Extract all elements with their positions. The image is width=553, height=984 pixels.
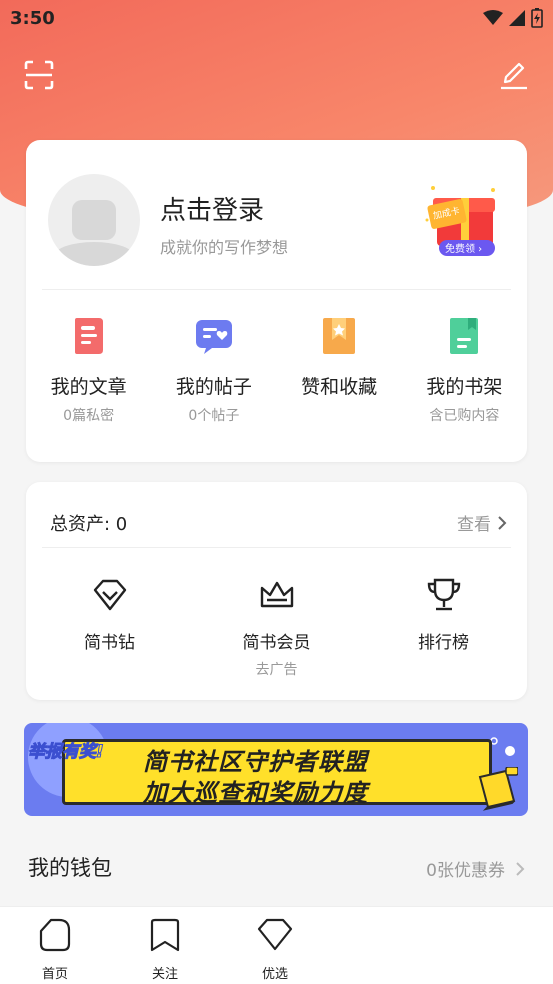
quick-item-likes[interactable]: 赞和收藏: [277, 316, 402, 425]
banner-line-2: 加大巡查和奖励力度: [143, 779, 368, 807]
asset-item-diamond[interactable]: 简书钻: [26, 576, 193, 679]
chevron-right-icon: [516, 861, 525, 876]
login-title[interactable]: 点击登录: [160, 190, 264, 227]
quick-label: 我的帖子: [175, 376, 252, 398]
quick-item-bookshelf[interactable]: 我的书架 含已购内容: [402, 316, 527, 425]
quick-sub: 含已购内容: [429, 408, 500, 424]
profile-card: 点击登录 成就你的写作梦想 加成卡 免费领 › 我的文章 0篇私密 我的帖子 0…: [26, 140, 527, 462]
banner-line-1: 简书社区守护者联盟: [143, 748, 368, 776]
asset-item-ranking[interactable]: 排行榜: [360, 576, 527, 679]
avatar-placeholder-icon: [54, 200, 134, 266]
wifi-icon: [483, 10, 503, 25]
asset-label: 简书会员: [242, 633, 311, 653]
wallet-title: 我的钱包: [28, 856, 112, 880]
banner-board: 简书社区守护者联盟 加大巡查和奖励力度: [62, 739, 492, 807]
asset-sub: 去广告: [255, 662, 298, 678]
quick-label: 我的文章: [50, 376, 127, 398]
tab-label: 关注: [151, 967, 178, 982]
assets-card: 总资产: 0 查看 简书钻 简书会员 去广告 排行榜: [26, 482, 527, 700]
status-time: 3:50: [10, 8, 55, 29]
signal-icon: [509, 10, 525, 26]
divider: [42, 547, 511, 548]
chevron-right-icon: [498, 515, 507, 530]
book-icon: [478, 767, 518, 811]
coupon-count: 0张优惠券: [426, 856, 525, 881]
view-assets-label: 查看: [457, 515, 491, 535]
bookshelf-icon: [450, 318, 479, 354]
star-bookmark-icon: [323, 318, 356, 354]
quick-item-posts[interactable]: 我的帖子 0个帖子: [151, 316, 276, 425]
wallet-row[interactable]: 我的钱包 0张优惠券: [0, 832, 553, 902]
crown-icon: [260, 581, 293, 608]
total-assets-label: 总资产: 0: [50, 514, 128, 535]
asset-item-membership[interactable]: 简书会员 去广告: [193, 576, 360, 679]
status-bar: 3:50: [0, 0, 553, 36]
quick-label: 赞和收藏: [301, 376, 378, 398]
quick-sub: 0篇私密: [63, 408, 115, 424]
article-icon: [74, 318, 103, 354]
asset-items: 简书钻 简书会员 去广告 排行榜: [26, 576, 527, 679]
tab-featured[interactable]: 优选: [220, 907, 330, 984]
asset-label: 排行榜: [418, 633, 469, 653]
diamond-tab-icon: [257, 918, 293, 951]
tab-label: 首页: [41, 967, 68, 982]
diamond-icon: [93, 579, 126, 611]
quick-actions: 我的文章 0篇私密 我的帖子 0个帖子 赞和收藏 我的书架 含已购内容: [26, 316, 527, 425]
tab-follow[interactable]: 关注: [110, 907, 220, 984]
follow-bookmark-icon: [150, 918, 180, 952]
quick-sub: 0个帖子: [188, 408, 240, 424]
bottom-tab-bar: 首页 关注 优选: [0, 906, 553, 984]
login-subtitle: 成就你的写作梦想: [160, 238, 289, 257]
quick-label: 我的书架: [426, 376, 503, 398]
asset-label: 简书钻: [84, 633, 135, 653]
avatar[interactable]: [48, 174, 140, 266]
post-icon: [195, 320, 232, 354]
tab-home[interactable]: 首页: [0, 907, 110, 984]
gift-card-icon[interactable]: 加成卡 免费领 ›: [423, 180, 503, 260]
status-icons: [483, 8, 543, 28]
battery-icon: [531, 8, 543, 28]
trophy-icon: [427, 578, 460, 611]
scan-icon[interactable]: [24, 60, 54, 90]
gift-free-button[interactable]: 免费领 ›: [445, 242, 482, 255]
community-banner[interactable]: 简书社区守护者联盟 加大巡查和奖励力度 举报有奖!: [24, 723, 528, 816]
tab-label: 优选: [261, 967, 288, 982]
home-icon: [39, 918, 71, 952]
banner-tag: 举报有奖!: [28, 742, 105, 763]
view-assets-link[interactable]: 查看: [457, 510, 507, 535]
coupon-label: 0张优惠券: [426, 861, 505, 881]
divider: [42, 289, 511, 290]
quick-item-articles[interactable]: 我的文章 0篇私密: [26, 316, 151, 425]
edit-icon[interactable]: [499, 60, 529, 90]
